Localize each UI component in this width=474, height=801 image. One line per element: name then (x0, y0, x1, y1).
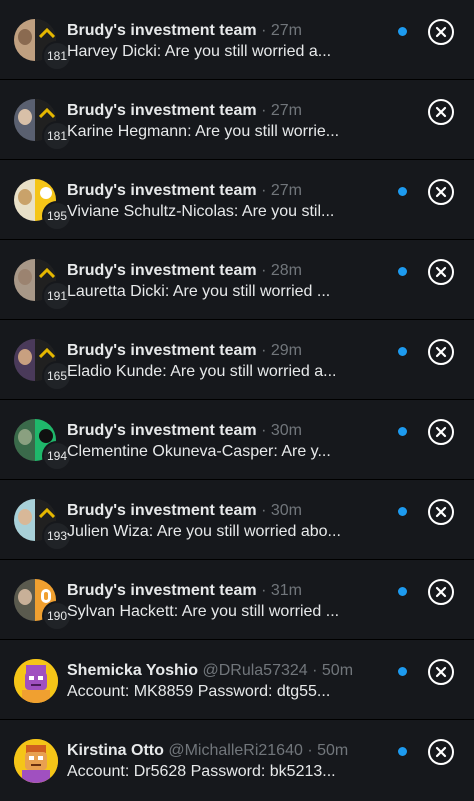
sender-name: Kirstina Otto (67, 742, 164, 759)
message-preview: Account: MK8859 Password: dtg55... (67, 683, 331, 700)
message-preview: Eladio Kunde: Are you still worried a... (67, 363, 337, 380)
message-preview: Clementine Okuneva-Casper: Are y... (67, 443, 331, 460)
unread-indicator (398, 667, 407, 676)
close-icon (435, 666, 447, 678)
dismiss-button[interactable] (428, 579, 454, 605)
group-avatar: 193 (14, 499, 72, 551)
notification-row[interactable]: 165 Brudy's investment team · 29m Eladio… (0, 320, 474, 400)
dismiss-button[interactable] (428, 99, 454, 125)
cartoon-avatar-icon (14, 739, 58, 783)
dismiss-button[interactable] (428, 739, 454, 765)
dismiss-button[interactable] (428, 419, 454, 445)
conversation-title: Brudy's investment team (67, 342, 257, 359)
notification-row[interactable]: 181 Brudy's investment team · 27m Harvey… (0, 0, 474, 80)
message-preview: Sylvan Hackett: Are you still worried ..… (67, 603, 340, 620)
dismiss-button[interactable] (428, 499, 454, 525)
dismiss-button[interactable] (428, 19, 454, 45)
timestamp: · 31m (261, 582, 302, 599)
message-preview: Karine Hegmann: Are you still worrie... (67, 123, 340, 140)
close-icon (435, 186, 447, 198)
dismiss-button[interactable] (428, 259, 454, 285)
unread-indicator (398, 27, 407, 36)
group-avatar: 165 (14, 339, 72, 391)
timestamp: · 27m (261, 102, 302, 119)
notification-row[interactable]: Kirstina Otto @MichalleRi21640 · 50m Acc… (0, 720, 474, 800)
unread-indicator (398, 427, 407, 436)
chevron-up-icon (39, 268, 55, 278)
timestamp: · 30m (261, 502, 302, 519)
message-preview: Viviane Schultz-Nicolas: Are you stil... (67, 203, 335, 220)
close-icon (435, 746, 447, 758)
chevron-up-icon (39, 108, 55, 118)
unread-indicator (398, 347, 407, 356)
notification-row[interactable]: 195 Brudy's investment team · 27m Vivian… (0, 160, 474, 240)
notification-list: 181 Brudy's investment team · 27m Harvey… (0, 0, 474, 800)
close-icon (435, 346, 447, 358)
conversation-title: Brudy's investment team (67, 102, 257, 119)
chevron-up-icon (39, 508, 55, 518)
conversation-title: Brudy's investment team (67, 502, 257, 519)
notification-row[interactable]: 193 Brudy's investment team · 30m Julien… (0, 480, 474, 560)
close-icon (435, 586, 447, 598)
conversation-title: Brudy's investment team (67, 22, 257, 39)
close-icon (435, 426, 447, 438)
unread-indicator (398, 507, 407, 516)
timestamp: · 29m (261, 342, 302, 359)
cartoon-avatar-icon (14, 659, 58, 703)
dismiss-button[interactable] (428, 179, 454, 205)
close-icon (435, 506, 447, 518)
chevron-up-icon (39, 28, 55, 38)
sender-name: Shemicka Yoshio (67, 662, 199, 679)
conversation-title: Brudy's investment team (67, 422, 257, 439)
conversation-title: Brudy's investment team (67, 262, 257, 279)
message-preview: Account: Dr5628 Password: bk5213... (67, 763, 336, 780)
dismiss-button[interactable] (428, 339, 454, 365)
notification-row[interactable]: 191 Brudy's investment team · 28m Lauret… (0, 240, 474, 320)
unread-indicator (398, 187, 407, 196)
timestamp: · 27m (261, 22, 302, 39)
notification-row[interactable]: Shemicka Yoshio @DRula57324 · 50m Accoun… (0, 640, 474, 720)
chevron-up-icon (39, 348, 55, 358)
message-preview: Lauretta Dicki: Are you still worried ..… (67, 283, 331, 300)
notification-row[interactable]: 181 Brudy's investment team · 27m Karine… (0, 80, 474, 160)
unread-indicator (398, 267, 407, 276)
avatar (14, 739, 58, 783)
group-avatar: 181 (14, 19, 72, 71)
timestamp: · 50m (307, 742, 349, 759)
dismiss-button[interactable] (428, 659, 454, 685)
timestamp: · 28m (261, 262, 302, 279)
sender-handle: @DRula57324 (202, 662, 308, 679)
close-icon (435, 106, 447, 118)
conversation-title: Brudy's investment team (67, 582, 257, 599)
message-preview: Harvey Dicki: Are you still worried a... (67, 43, 332, 60)
timestamp: · 27m (261, 182, 302, 199)
avatar (14, 659, 58, 703)
notification-row[interactable]: 190 Brudy's investment team · 31m Sylvan… (0, 560, 474, 640)
message-preview: Julien Wiza: Are you still worried abo..… (67, 523, 341, 540)
timestamp: · 30m (261, 422, 302, 439)
group-avatar: 191 (14, 259, 72, 311)
timestamp: · 50m (312, 662, 354, 679)
group-avatar: 194 (14, 419, 72, 471)
close-icon (435, 266, 447, 278)
sender-handle: @MichalleRi21640 (168, 742, 303, 759)
group-avatar: 190 (14, 579, 72, 631)
unread-indicator (398, 587, 407, 596)
group-avatar: 181 (14, 99, 72, 151)
conversation-title: Brudy's investment team (67, 182, 257, 199)
notification-row[interactable]: 194 Brudy's investment team · 30m Clemen… (0, 400, 474, 480)
unread-indicator (398, 747, 407, 756)
close-icon (435, 26, 447, 38)
group-avatar: 195 (14, 179, 72, 231)
